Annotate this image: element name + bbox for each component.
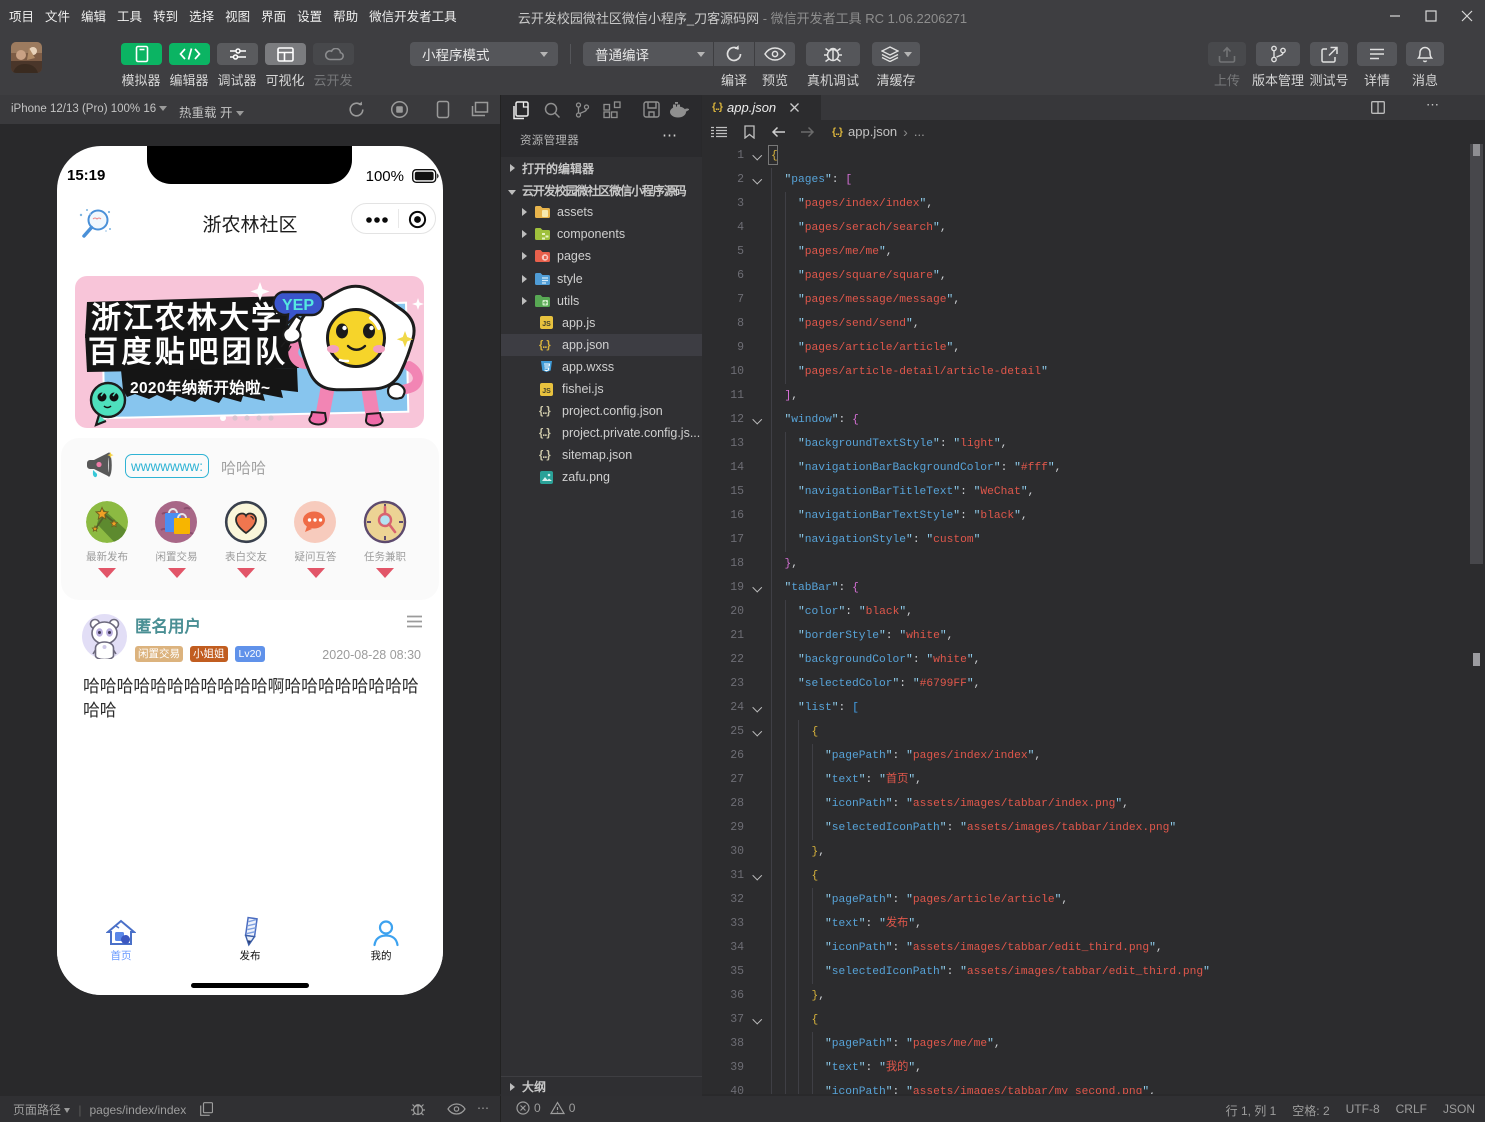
svg-text:YEP: YEP	[282, 297, 314, 314]
svg-text:JS: JS	[542, 388, 551, 395]
svg-text:JS: JS	[542, 321, 551, 328]
svg-text:2020年纳新开始啦~: 2020年纳新开始啦~	[130, 378, 270, 397]
